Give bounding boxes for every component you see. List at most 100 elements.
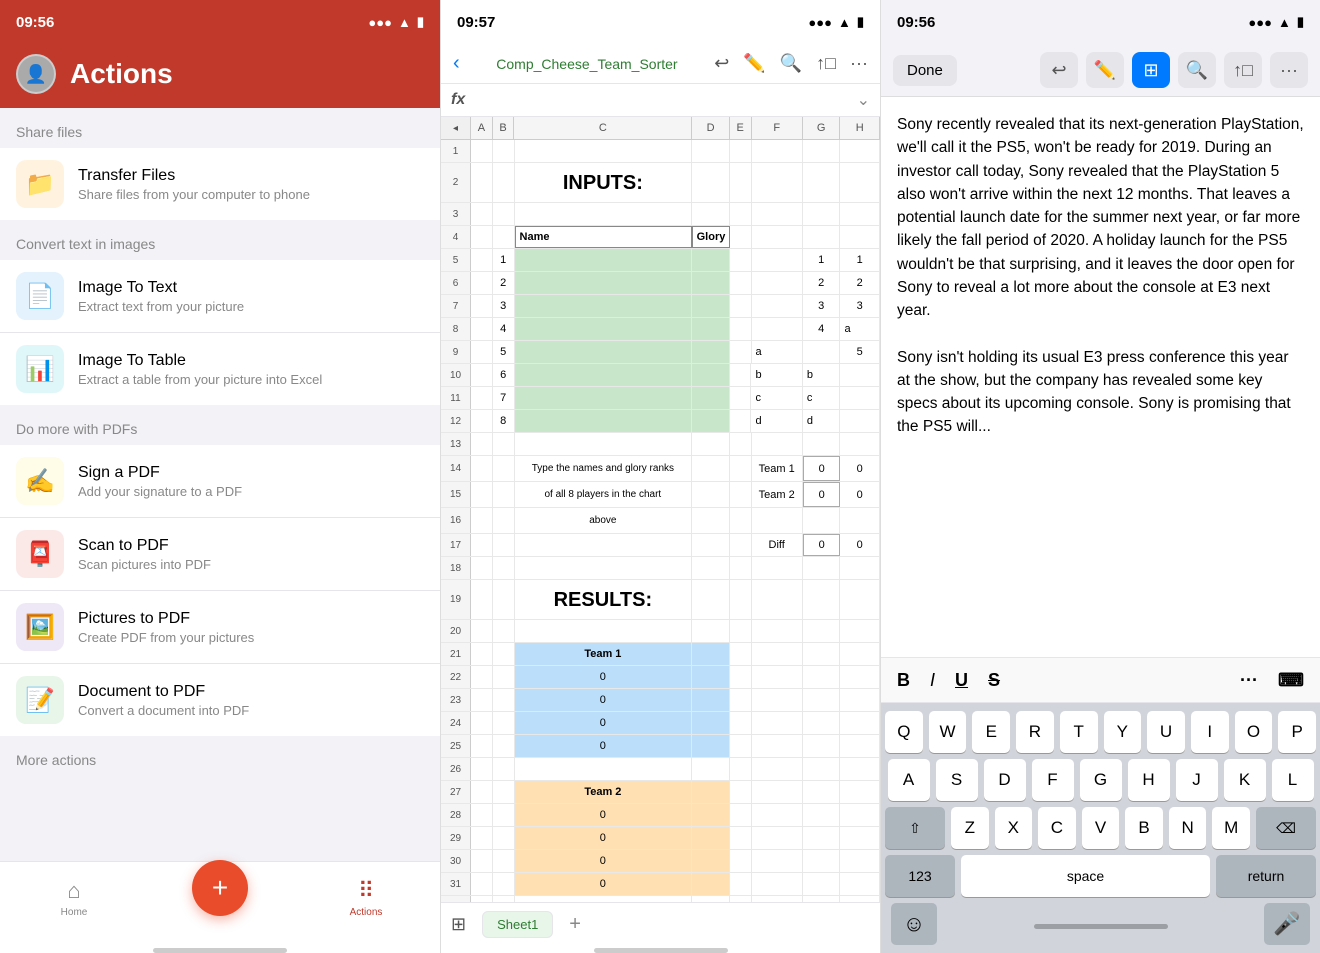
table-row: 3 (441, 203, 880, 226)
key-h[interactable]: H (1128, 759, 1170, 801)
num-key[interactable]: 123 (885, 855, 955, 897)
key-u[interactable]: U (1147, 711, 1185, 753)
image-to-text-icon: 📄 (16, 272, 64, 320)
key-d[interactable]: D (984, 759, 1026, 801)
panel-spreadsheet: 09:57 ●●● ▲ ▮ ‹ Comp_Cheese_Team_Sorter … (440, 0, 880, 953)
mic-key[interactable]: 🎤 (1264, 903, 1310, 945)
key-i[interactable]: I (1191, 711, 1229, 753)
emoji-key[interactable]: ☺ (891, 903, 937, 945)
key-p[interactable]: P (1278, 711, 1316, 753)
backspace-key[interactable]: ⌫ (1256, 807, 1316, 849)
done-button[interactable]: Done (893, 55, 957, 86)
battery-icon: ▮ (417, 14, 424, 30)
search-toolbar-icon[interactable]: 🔍 (1178, 52, 1216, 88)
search-icon[interactable]: 🔍 (780, 53, 802, 74)
key-k[interactable]: K (1224, 759, 1266, 801)
key-e[interactable]: E (972, 711, 1010, 753)
add-sheet-button[interactable]: + (561, 909, 589, 940)
key-w[interactable]: W (929, 711, 967, 753)
key-y[interactable]: Y (1104, 711, 1142, 753)
name-header[interactable]: Name (515, 226, 693, 248)
paragraph-2: Sony isn't holding its usual E3 press co… (897, 346, 1304, 439)
key-x[interactable]: X (995, 807, 1033, 849)
key-q[interactable]: Q (885, 711, 923, 753)
notes-toolbar: Done ↩ ✏️ ⊞ 🔍 ↑□ ··· (881, 44, 1320, 97)
nav-actions[interactable]: ⠿ Actions (336, 878, 396, 918)
key-j[interactable]: J (1176, 759, 1218, 801)
instruction-cell[interactable]: Type the names and glory ranks (515, 456, 693, 481)
keyboard-icon[interactable]: ⌨ (1278, 670, 1304, 691)
sheet-body[interactable]: 1 2 INPUTS: (441, 140, 880, 902)
bottom-nav: ⌂ Home + ⠿ Actions (0, 861, 440, 944)
key-v[interactable]: V (1082, 807, 1120, 849)
share-toolbar-icon[interactable]: ↑□ (1224, 52, 1262, 88)
bold-button[interactable]: B (897, 670, 910, 691)
list-item[interactable]: 📝 Document to PDF Convert a document int… (0, 664, 440, 736)
doc-pdf-desc: Convert a document into PDF (78, 703, 249, 718)
spreadsheet-nav-icons: ↩ ✏️ 🔍 ↑□ ··· (714, 53, 868, 74)
key-t[interactable]: T (1060, 711, 1098, 753)
avatar: 👤 (16, 54, 56, 94)
home-indicator-3 (1034, 924, 1168, 929)
key-m[interactable]: M (1212, 807, 1250, 849)
doc-pdf-name: Document to PDF (78, 683, 249, 701)
table-row: 1 (441, 140, 880, 163)
key-b[interactable]: B (1125, 807, 1163, 849)
return-key[interactable]: return (1216, 855, 1316, 897)
col-headers: ◂ A B C D E F G H (441, 117, 880, 140)
more-icon[interactable]: ··· (850, 53, 868, 74)
list-item[interactable]: 📄 Image To Text Extract text from your p… (0, 260, 440, 333)
key-o[interactable]: O (1235, 711, 1273, 753)
scan-pdf-icon: 📮 (16, 530, 64, 578)
kb-last-row: ☺ 🎤 (885, 903, 1316, 945)
results-label[interactable]: RESULTS: (515, 580, 693, 620)
section-pdf: ✍️ Sign a PDF Add your signature to a PD… (0, 445, 440, 736)
sheet-tab-1[interactable]: Sheet1 (482, 911, 553, 938)
key-r[interactable]: R (1016, 711, 1054, 753)
actions-content[interactable]: Share files 📁 Transfer Files Share files… (0, 108, 440, 861)
col-g-header: G (803, 117, 841, 139)
key-f[interactable]: F (1032, 759, 1074, 801)
list-item[interactable]: 🖼️ Pictures to PDF Create PDF from your … (0, 591, 440, 664)
more-format-button[interactable]: ··· (1240, 670, 1258, 691)
table-row: 27 Team 2 (441, 781, 880, 804)
list-item[interactable]: 📮 Scan to PDF Scan pictures into PDF (0, 518, 440, 591)
grid-icon: ⊞ (451, 914, 466, 935)
notes-text-content[interactable]: Sony recently revealed that its next-gen… (881, 97, 1320, 657)
key-n[interactable]: N (1169, 807, 1207, 849)
share-icon[interactable]: ↑□ (816, 53, 836, 74)
select-toolbar-icon[interactable]: ⊞ (1132, 52, 1170, 88)
list-item[interactable]: 📁 Transfer Files Share files from your c… (0, 148, 440, 220)
more-toolbar-icon[interactable]: ··· (1270, 52, 1308, 88)
key-z[interactable]: Z (951, 807, 989, 849)
nav-home[interactable]: ⌂ Home (44, 878, 104, 918)
status-icons-3: ●●● ▲ ▮ (1248, 14, 1304, 30)
key-g[interactable]: G (1080, 759, 1122, 801)
fab-add-button[interactable]: + (192, 860, 248, 916)
image-to-table-icon: 📊 (16, 345, 64, 393)
key-l[interactable]: L (1272, 759, 1314, 801)
spreadsheet-grid[interactable]: ◂ A B C D E F G H 1 (441, 117, 880, 902)
strikethrough-button[interactable]: S (988, 670, 1000, 691)
key-c[interactable]: C (1038, 807, 1076, 849)
italic-button[interactable]: I (930, 670, 935, 691)
undo-toolbar-icon[interactable]: ↩ (1040, 52, 1078, 88)
pen-icon[interactable]: ✏️ (743, 53, 765, 74)
list-item[interactable]: ✍️ Sign a PDF Add your signature to a PD… (0, 445, 440, 518)
underline-button[interactable]: U (955, 670, 968, 691)
pictures-pdf-desc: Create PDF from your pictures (78, 630, 254, 645)
inputs-label[interactable]: INPUTS: (515, 163, 693, 203)
key-a[interactable]: A (888, 759, 930, 801)
back-icon[interactable]: ‹ (453, 52, 460, 75)
formula-chevron[interactable]: ⌄ (857, 90, 870, 110)
list-item[interactable]: 📊 Image To Table Extract a table from yo… (0, 333, 440, 405)
annotate-toolbar-icon[interactable]: ✏️ (1086, 52, 1124, 88)
key-s[interactable]: S (936, 759, 978, 801)
status-icons-1: ●●● ▲ ▮ (368, 14, 424, 30)
undo-icon[interactable]: ↩ (714, 53, 729, 74)
shift-key[interactable]: ⇧ (885, 807, 945, 849)
image-to-table-name: Image To Table (78, 352, 322, 370)
pictures-pdf-name: Pictures to PDF (78, 610, 254, 628)
glory-header[interactable]: Glory (692, 226, 730, 248)
space-key[interactable]: space (961, 855, 1210, 897)
